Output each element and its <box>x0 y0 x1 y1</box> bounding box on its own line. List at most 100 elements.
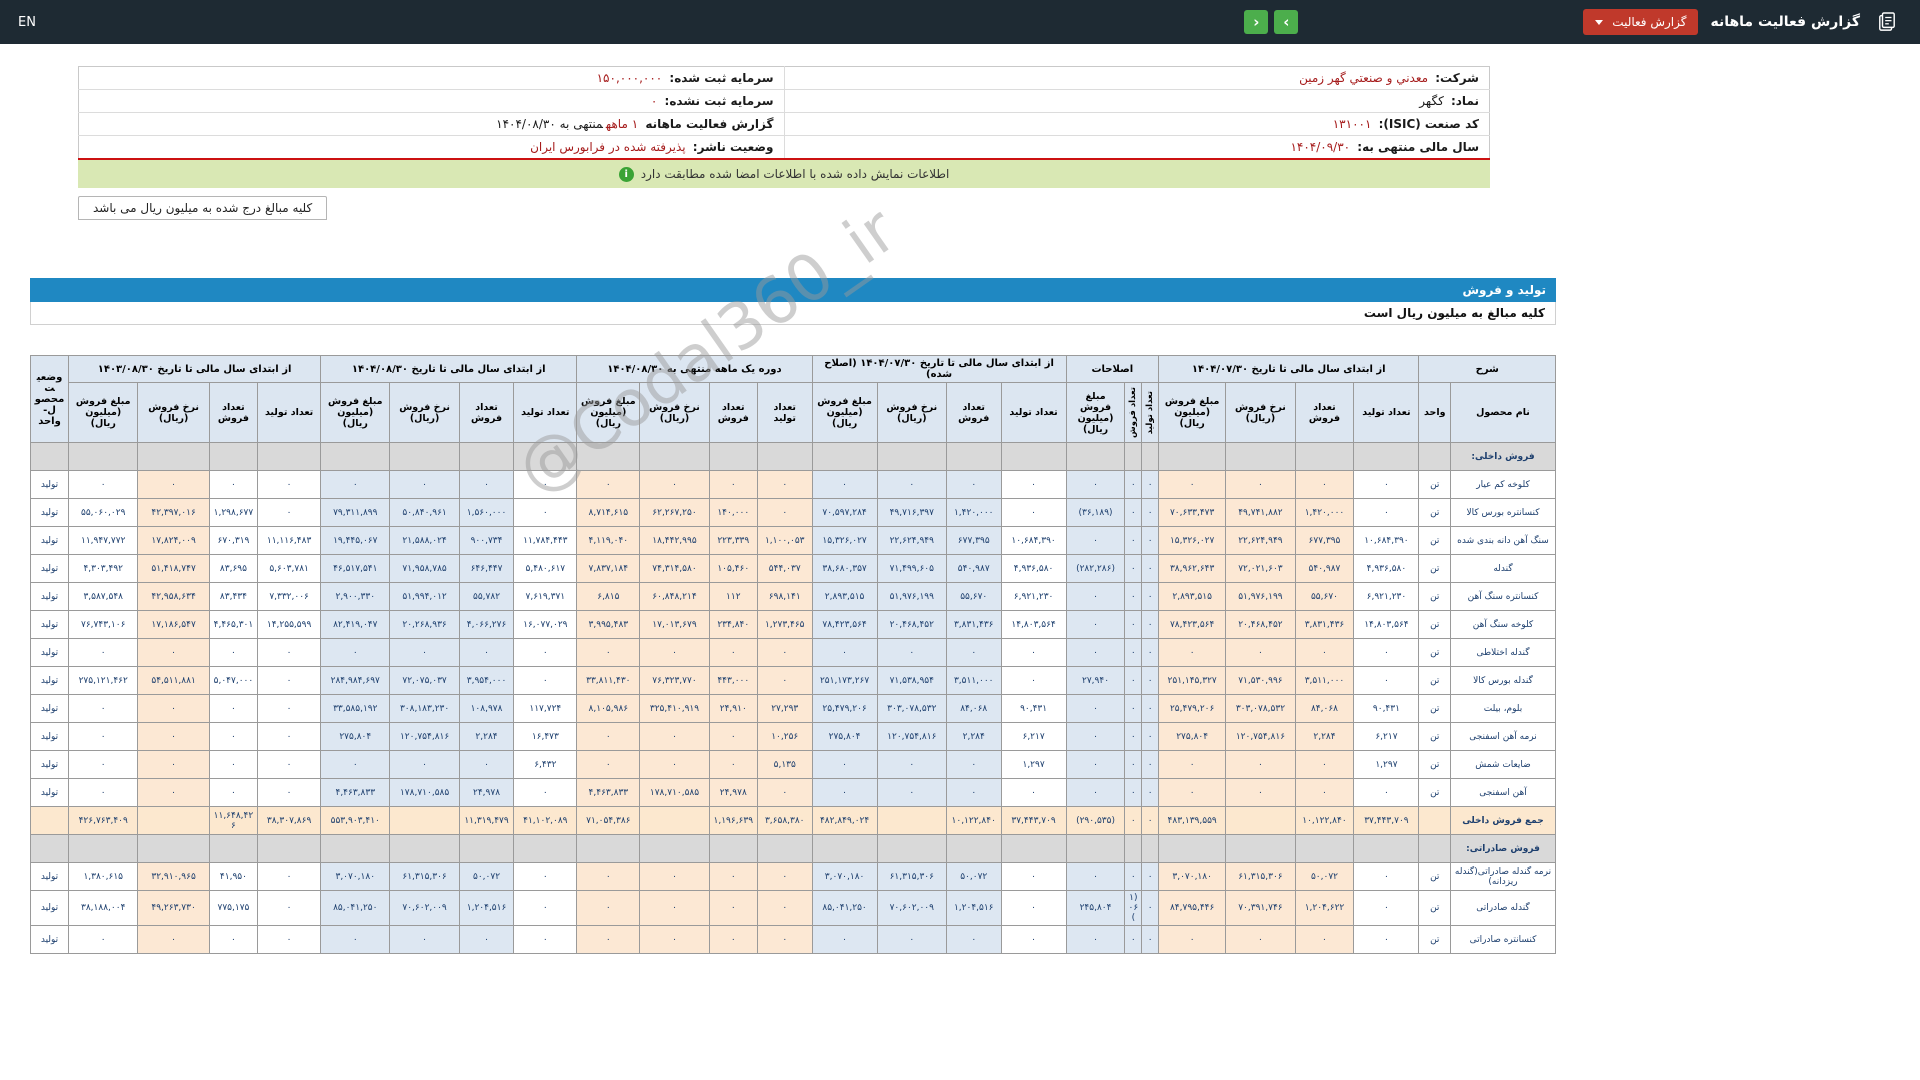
value-cell: ۰ <box>209 751 257 779</box>
info-cell: وضعیت ناشر: پذیرفته شده در فرابورس ایران <box>79 136 785 160</box>
value-cell: ۰ <box>258 863 321 891</box>
section-cell <box>757 443 812 471</box>
column-header: مبلغ فروش (میلیون ریال) <box>321 383 390 443</box>
value-cell: ۰ <box>1066 779 1125 807</box>
value-cell <box>640 807 709 835</box>
value-cell: ۱,۱۹۶,۶۳۹ <box>709 807 757 835</box>
value-cell: ۶۱,۳۱۵,۳۰۶ <box>390 863 459 891</box>
activity-report-dropdown[interactable]: گزارش فعالیت <box>1583 9 1698 35</box>
value-cell: ۴,۱۱۹,۰۴۰ <box>577 527 640 555</box>
value-cell: ۲۷۵,۸۰۴ <box>1159 723 1226 751</box>
value-cell: ۵۴,۵۱۱,۸۸۱ <box>138 667 209 695</box>
info-icon: i <box>619 167 634 182</box>
value-cell: ۳۰۸,۱۸۳,۲۳۰ <box>390 695 459 723</box>
status-cell: تولید <box>31 695 69 723</box>
value-cell: ۰ <box>1125 751 1142 779</box>
info-label: گزارش فعالیت ماهانه <box>641 117 773 131</box>
section-cell <box>709 443 757 471</box>
value-cell: ۴۴۳,۰۰۰ <box>709 667 757 695</box>
value-cell: ۰ <box>1295 926 1354 954</box>
value-cell: ۰ <box>877 779 946 807</box>
table-row: بلوم، بیلتتن۹۰,۴۳۱۸۴,۰۶۸۳۰۳,۰۷۸,۵۳۲۲۵,۴۷… <box>31 695 1556 723</box>
info-row: سال مالی منتهی به: ۱۴۰۴/۰۹/۳۰وضعیت ناشر:… <box>79 136 1490 160</box>
value-cell: ۰ <box>1125 583 1142 611</box>
report-icon-button[interactable] <box>1872 7 1902 37</box>
column-header: تعداد فروش <box>1295 383 1354 443</box>
status-cell: تولید <box>31 499 69 527</box>
value-cell: ۵۵,۰۶۰,۰۲۹ <box>69 499 138 527</box>
value-cell: ۰ <box>459 751 514 779</box>
value-cell: ۹۰۰,۷۳۴ <box>459 527 514 555</box>
section-cell <box>1066 835 1125 863</box>
value-cell: ۰ <box>709 471 757 499</box>
product-name-cell: بلوم، بیلت <box>1451 695 1556 723</box>
column-header: نرخ فروش (ریال) <box>640 383 709 443</box>
value-cell: ۰ <box>577 471 640 499</box>
previous-report-button[interactable]: ‹ <box>1244 10 1268 34</box>
value-cell: ۵۴۰,۹۸۷ <box>1295 555 1354 583</box>
next-report-button[interactable]: › <box>1274 10 1298 34</box>
value-cell: ۰ <box>258 723 321 751</box>
value-cell: ۰ <box>1001 779 1066 807</box>
value-cell: ۰ <box>1354 499 1419 527</box>
production-sales-block: @Codal360_ir تولید و فروش کلیه مبالغ به … <box>30 278 1556 954</box>
table-row: ضایعات شمشتن۱,۲۹۷۰۰۰۰۰۰۱,۲۹۷۰۰۰۵,۱۳۵۰۰۰۶… <box>31 751 1556 779</box>
value-cell: ۰ <box>1066 611 1125 639</box>
value-cell: ۰ <box>1125 555 1142 583</box>
signature-notice-bar: اطلاعات نمایش داده شده با اطلاعات امضا ش… <box>78 160 1490 188</box>
value-cell: ۳,۵۱۱,۰۰۰ <box>946 667 1001 695</box>
value-cell: ۰ <box>459 926 514 954</box>
value-cell: ۰ <box>1142 639 1159 667</box>
section-cell <box>390 835 459 863</box>
signature-notice-text: اطلاعات نمایش داده شده با اطلاعات امضا ش… <box>641 167 950 181</box>
value-cell: ۱,۲۰۴,۵۱۶ <box>946 891 1001 926</box>
value-cell: ۴۲,۳۹۷,۰۱۶ <box>138 499 209 527</box>
unit-cell: تن <box>1419 555 1451 583</box>
value-cell: ۰ <box>577 751 640 779</box>
amounts-note: کلیه مبالغ به میلیون ریال است <box>30 302 1556 325</box>
value-cell: ۰ <box>138 723 209 751</box>
info-value: ۰ <box>651 94 657 108</box>
value-cell: ۱,۵۶۰,۰۰۰ <box>459 499 514 527</box>
value-cell: ۳۷,۴۴۳,۷۰۹ <box>1354 807 1419 835</box>
column-header: تعداد تولید <box>1142 383 1159 443</box>
value-cell: ۰ <box>69 723 138 751</box>
value-cell: ۰ <box>757 863 812 891</box>
value-cell: ۰ <box>640 723 709 751</box>
value-cell: ۳,۸۳۱,۴۳۶ <box>946 611 1001 639</box>
language-switch-link[interactable]: EN <box>18 15 36 30</box>
value-cell: ۱۲۰,۷۵۴,۸۱۶ <box>390 723 459 751</box>
value-cell: ۰ <box>321 471 390 499</box>
value-cell: ۰ <box>812 926 877 954</box>
value-cell: ۰ <box>69 926 138 954</box>
unit-cell <box>1419 807 1451 835</box>
value-cell: ۰ <box>757 667 812 695</box>
section-name-cell: فروش صادراتی: <box>1451 835 1556 863</box>
value-cell: ۱,۲۹۸,۶۷۷ <box>209 499 257 527</box>
value-cell: ۰ <box>209 723 257 751</box>
status-cell: تولید <box>31 639 69 667</box>
value-cell: ۰ <box>1142 499 1159 527</box>
value-cell: ۰ <box>1125 695 1142 723</box>
value-cell: ۰ <box>1125 499 1142 527</box>
value-cell: ۰ <box>138 751 209 779</box>
amounts-unit-tab[interactable]: کلیه مبالغ درج شده به میلیون ریال می باش… <box>78 196 327 220</box>
unit-cell: تن <box>1419 863 1451 891</box>
table-row: کنسانتره سنگ آهنتن۶,۹۲۱,۲۳۰۵۵,۶۷۰۵۱,۹۷۶,… <box>31 583 1556 611</box>
status-cell: تولید <box>31 471 69 499</box>
info-value: ۱۴۰۴/۰۹/۳۰ <box>1290 140 1350 154</box>
value-cell: ۵۴۰,۹۸۷ <box>946 555 1001 583</box>
value-cell: ۰ <box>138 695 209 723</box>
unit-cell: تن <box>1419 779 1451 807</box>
value-cell: ۱۱,۱۱۶,۴۸۳ <box>258 527 321 555</box>
value-cell: ۰ <box>1125 779 1142 807</box>
value-cell: ۶۹۸,۱۴۱ <box>757 583 812 611</box>
value-cell: ۱,۲۰۴,۶۲۲ <box>1295 891 1354 926</box>
unit-cell: تن <box>1419 639 1451 667</box>
product-name-cell: گندله <box>1451 555 1556 583</box>
value-cell: ۱۷۸,۷۱۰,۵۸۵ <box>390 779 459 807</box>
value-cell: ۲۱,۵۸۸,۰۲۴ <box>390 527 459 555</box>
info-cell: نماد: کگهر <box>784 90 1490 113</box>
value-cell: ۸۳,۴۳۴ <box>209 583 257 611</box>
section-cell <box>812 835 877 863</box>
